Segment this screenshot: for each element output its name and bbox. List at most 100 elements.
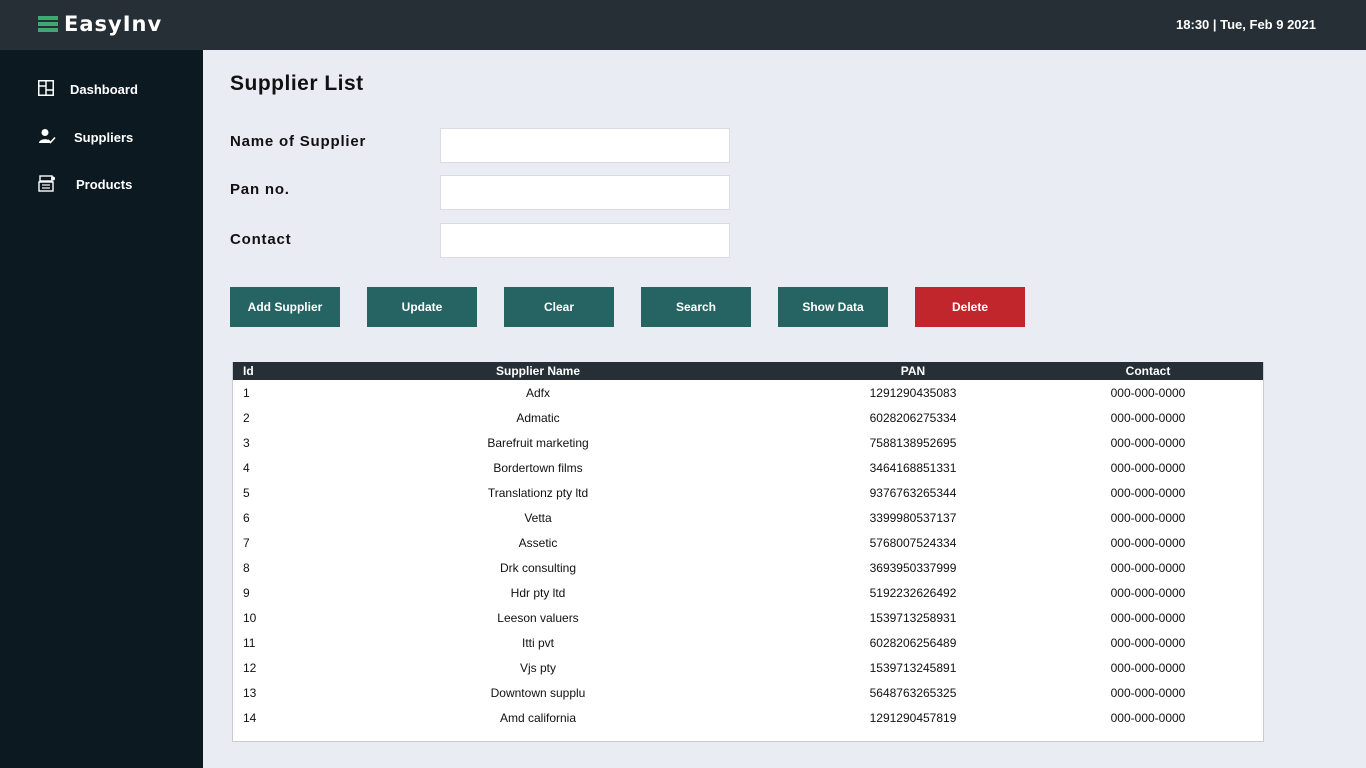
cell-supplier-name: Leeson valuers [497, 610, 579, 625]
cell-contact: 000-000-0000 [1110, 560, 1186, 575]
cell-pan: 6028206275334 [869, 410, 957, 425]
table-row[interactable]: 3 Barefruit marketing 7588138952695 000-000… [233, 430, 1263, 455]
supplier-table: Id Supplier Name PAN Contact 1 Adfx 129129… [233, 362, 1263, 730]
table-row[interactable]: 10 Leeson valuers 1539713258931 000-000-000… [233, 605, 1263, 630]
cell-supplier-name: Admatic [516, 410, 560, 425]
cell-pan: 1539713258931 [869, 610, 957, 625]
app-logo[interactable]: EasyInv [38, 12, 162, 36]
column-header-contact[interactable]: Contact [1033, 362, 1263, 380]
logo-bars-icon [38, 16, 58, 32]
cell-supplier-name: Translationz pty ltd [487, 485, 589, 500]
cell-contact: 000-000-0000 [1110, 460, 1186, 475]
update-button[interactable]: Update [367, 287, 477, 327]
cell-pan: 3399980537137 [869, 510, 957, 525]
cell-id: 8 [243, 560, 250, 575]
cell-pan: 1291290435083 [869, 385, 957, 400]
table-row[interactable]: 13 Downtown supplu 5648763265325 000-000-00… [233, 680, 1263, 705]
table-row[interactable]: 6 Vetta 3399980537137 000-000-0000 [233, 505, 1263, 530]
cell-supplier-name: Hdr pty ltd [510, 585, 566, 600]
table-row[interactable]: 8 Drk consulting 3693950337999 000-000-0000 [233, 555, 1263, 580]
cell-pan: 9376763265344 [869, 485, 957, 500]
cell-pan: 5768007524334 [869, 535, 957, 550]
supplier-table-container[interactable]: Id Supplier Name PAN Contact 1 Adfx 129129… [232, 362, 1264, 742]
datetime-display: 18:30 | Tue, Feb 9 2021 [1176, 17, 1316, 32]
cell-pan: 5192232626492 [869, 585, 957, 600]
cell-id: 11 [243, 635, 256, 650]
contact-label: Contact [230, 231, 292, 248]
table-row[interactable]: 12 Vjs pty 1539713245891 000-000-0000 [233, 655, 1263, 680]
cell-id: 5 [243, 485, 250, 500]
table-header-row: Id Supplier Name PAN Contact [233, 362, 1263, 380]
add-supplier-button[interactable]: Add Supplier [230, 287, 340, 327]
cell-pan: 1291290457819 [869, 710, 957, 725]
column-header-id[interactable]: Id [233, 362, 283, 380]
cell-pan: 7588138952695 [869, 435, 957, 450]
cell-id: 2 [243, 410, 250, 425]
cell-supplier-name: Adfx [525, 385, 550, 400]
supplier-name-label: Name of Supplier [230, 133, 367, 150]
contact-input[interactable] [440, 223, 730, 258]
sidebar-item-dashboard[interactable]: Dashboard [0, 71, 203, 107]
table-row[interactable]: 9 Hdr pty ltd 5192232626492 000-000-0000 [233, 580, 1263, 605]
table-row[interactable]: 5 Translationz pty ltd 9376763265344 000-00… [233, 480, 1263, 505]
pan-label: Pan no. [230, 181, 290, 198]
cell-id: 1 [243, 385, 250, 400]
cell-contact: 000-000-0000 [1110, 510, 1186, 525]
cell-supplier-name: Amd california [499, 710, 577, 725]
supplier-user-icon [39, 129, 56, 144]
cell-supplier-name: Drk consulting [499, 560, 577, 575]
cell-supplier-name: Downtown supplu [490, 685, 586, 700]
sidebar-item-suppliers[interactable]: Suppliers [0, 119, 203, 155]
cell-contact: 000-000-0000 [1110, 435, 1186, 450]
cell-pan: 5648763265325 [869, 685, 957, 700]
table-row[interactable]: 2 Admatic 6028206275334 000-000-0000 [233, 405, 1263, 430]
sidebar-item-label: Products [76, 177, 133, 192]
cell-pan: 6028206256489 [869, 635, 957, 650]
supplier-name-input[interactable] [440, 128, 730, 163]
pan-input[interactable] [440, 175, 730, 210]
cell-id: 12 [243, 660, 257, 675]
cell-id: 13 [243, 685, 257, 700]
cell-id: 10 [243, 610, 257, 625]
table-row[interactable]: 11 Itti pvt 6028206256489 000-000-0000 [233, 630, 1263, 655]
cell-pan: 3693950337999 [869, 560, 957, 575]
cell-id: 7 [243, 535, 250, 550]
cell-contact: 000-000-0000 [1110, 685, 1186, 700]
cell-supplier-name: Barefruit marketing [487, 435, 589, 450]
cell-id: 14 [243, 710, 257, 725]
cell-id: 4 [243, 460, 250, 475]
sidebar-item-products[interactable]: Products [0, 166, 203, 202]
cell-supplier-name: Bordertown films [493, 460, 583, 475]
sidebar: Dashboard Suppliers Products [0, 50, 203, 768]
cell-contact: 000-000-0000 [1110, 385, 1186, 400]
sidebar-item-label: Dashboard [70, 82, 138, 97]
cell-contact: 000-000-0000 [1110, 660, 1186, 675]
products-box-icon [38, 175, 55, 192]
clear-button[interactable]: Clear [504, 287, 614, 327]
cell-pan: 3464168851331 [869, 460, 957, 475]
column-header-supplier-name[interactable]: Supplier Name [283, 362, 793, 380]
cell-supplier-name: Assetic [518, 535, 558, 550]
cell-supplier-name: Vetta [524, 510, 552, 525]
app-title: EasyInv [64, 12, 163, 36]
page-title: Supplier List [230, 72, 364, 95]
table-row[interactable]: 7 Assetic 5768007524334 000-000-0000 [233, 530, 1263, 555]
cell-contact: 000-000-0000 [1110, 585, 1186, 600]
table-row[interactable]: 14 Amd california 1291290457819 000-000-000… [233, 705, 1263, 730]
cell-contact: 000-000-0000 [1110, 610, 1186, 625]
cell-id: 9 [243, 585, 250, 600]
cell-contact: 000-000-0000 [1110, 410, 1186, 425]
cell-id: 6 [243, 510, 250, 525]
show-data-button[interactable]: Show Data [778, 287, 888, 327]
delete-button[interactable]: Delete [915, 287, 1025, 327]
search-button[interactable]: Search [641, 287, 751, 327]
cell-pan: 1539713245891 [869, 660, 957, 675]
table-row[interactable]: 1 Adfx 1291290435083 000-000-0000 [233, 380, 1263, 405]
top-bar: EasyInv 18:30 | Tue, Feb 9 2021 [0, 0, 1366, 50]
cell-contact: 000-000-0000 [1110, 485, 1186, 500]
column-header-pan[interactable]: PAN [793, 362, 1033, 380]
cell-contact: 000-000-0000 [1110, 710, 1186, 725]
cell-supplier-name: Itti pvt [521, 635, 554, 650]
cell-contact: 000-000-0000 [1110, 635, 1186, 650]
table-row[interactable]: 4 Bordertown films 3464168851331 000-000-00… [233, 455, 1263, 480]
